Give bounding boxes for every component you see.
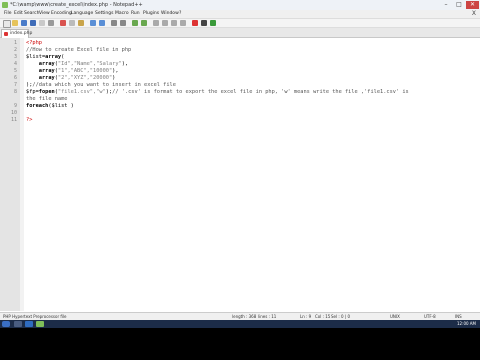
menu-search[interactable]: Search	[24, 10, 39, 18]
close-icon[interactable]	[39, 20, 45, 26]
code-line-wrapped: the file name	[0, 96, 480, 103]
menu-plugins[interactable]: Plugins	[143, 10, 159, 18]
line-number: 7	[13, 82, 17, 88]
menu-language[interactable]: Language	[71, 10, 93, 18]
line-number: 2	[13, 47, 17, 53]
word-wrap-icon[interactable]	[162, 20, 168, 26]
video-letterbox	[0, 328, 480, 360]
start-button-icon[interactable]	[2, 321, 10, 327]
close-document-icon[interactable]: X	[472, 10, 476, 18]
menu-view[interactable]: View	[39, 10, 50, 18]
unsaved-file-icon	[4, 32, 8, 36]
line-number: 4	[13, 61, 17, 67]
maximize-button[interactable]: □	[453, 1, 465, 9]
show-all-chars-icon[interactable]	[171, 20, 177, 26]
find-icon[interactable]	[111, 20, 117, 26]
title-bar: *C:\wamp\www\create_excel\index.php - No…	[0, 0, 480, 10]
play-macro-icon[interactable]	[210, 20, 216, 26]
zoom-out-icon[interactable]	[141, 20, 147, 26]
save-icon[interactable]	[21, 20, 27, 26]
line-number: 5	[13, 68, 17, 74]
taskbar-notepadpp-icon[interactable]	[36, 321, 44, 327]
menu-macro[interactable]: Macro	[115, 10, 129, 18]
cut-icon[interactable]	[60, 20, 66, 26]
line-number: 11	[10, 117, 17, 123]
code-text: array("Id","Name","Salary"),	[38, 61, 129, 67]
taskbar-clock: 12:00 AM	[457, 321, 476, 326]
menu-window[interactable]: Window	[161, 10, 179, 18]
taskbar-browser-icon[interactable]	[25, 321, 33, 327]
line-number: 1	[13, 40, 17, 46]
menu-bar: File Edit Search View Encoding Language …	[0, 10, 480, 19]
line-number: 10	[10, 110, 17, 116]
tab-label: index.php	[10, 31, 33, 36]
menu-help[interactable]: ?	[179, 10, 181, 18]
code-text: foreach($list )	[26, 103, 74, 109]
print-icon[interactable]	[48, 20, 54, 26]
code-text: );//data which you want to insert in exc…	[26, 82, 176, 88]
replace-icon[interactable]	[120, 20, 126, 26]
menu-edit[interactable]: Edit	[14, 10, 23, 18]
code-line: 9 foreach($list )	[0, 103, 480, 110]
line-number: 8	[13, 89, 17, 95]
record-macro-icon[interactable]	[192, 20, 198, 26]
code-line: 5 array("1","ABC","10000"),	[0, 68, 480, 75]
code-line: 3 $list=array(	[0, 54, 480, 61]
toolbar	[0, 19, 480, 28]
open-file-icon[interactable]	[12, 20, 18, 26]
menu-encoding[interactable]: Encoding	[51, 10, 72, 18]
menu-settings[interactable]: Settings	[95, 10, 113, 18]
code-line: 4 array("Id","Name","Salary"),	[0, 61, 480, 68]
code-editor[interactable]: 1 <?php 2 //How to create Excel file in …	[0, 38, 480, 311]
line-number: 3	[13, 54, 17, 60]
redo-icon[interactable]	[99, 20, 105, 26]
code-text: array("1","ABC","10000"),	[38, 68, 119, 74]
line-number: 6	[13, 75, 17, 81]
windows-taskbar: 12:00 AM	[0, 320, 480, 328]
save-all-icon[interactable]	[30, 20, 36, 26]
line-number: 9	[13, 103, 17, 109]
code-line: 6 array("2","XYZ","20000")	[0, 75, 480, 82]
minimize-button[interactable]: –	[440, 1, 452, 9]
tab-index-php[interactable]: index.php	[1, 29, 33, 38]
undo-icon[interactable]	[90, 20, 96, 26]
code-text: <?php	[26, 40, 42, 46]
stop-macro-icon[interactable]	[201, 20, 207, 26]
paste-icon[interactable]	[78, 20, 84, 26]
new-file-icon[interactable]	[3, 20, 11, 28]
code-text: $fp=fopen("file1.csv","w");// '.csv' is …	[26, 89, 409, 95]
notepadpp-window: *C:\wamp\www\create_excel\index.php - No…	[0, 0, 480, 360]
code-text: ?>	[26, 117, 33, 123]
zoom-in-icon[interactable]	[132, 20, 138, 26]
code-line: 7 );//data which you want to insert in e…	[0, 82, 480, 89]
code-text: $list=array(	[26, 54, 65, 60]
tab-bar: index.php	[0, 28, 480, 38]
code-line: 1 <?php	[0, 40, 480, 47]
code-line: 8 $fp=fopen("file1.csv","w");// '.csv' i…	[0, 89, 480, 96]
taskbar-explorer-icon[interactable]	[14, 321, 22, 327]
indent-guide-icon[interactable]	[180, 20, 186, 26]
code-text: array("2","XYZ","20000")	[38, 75, 116, 81]
code-line: 10	[0, 110, 480, 117]
code-line: 2 //How to create Excel file in php	[0, 47, 480, 54]
menu-run[interactable]: Run	[131, 10, 140, 18]
code-line: 11 ?>	[0, 117, 480, 124]
close-button[interactable]: ✕	[466, 1, 479, 9]
window-title: *C:\wamp\www\create_excel\index.php - No…	[10, 2, 143, 8]
menu-file[interactable]: File	[4, 10, 12, 18]
code-text: the file name	[26, 96, 68, 102]
sync-scroll-icon[interactable]	[153, 20, 159, 26]
copy-icon[interactable]	[69, 20, 75, 26]
notepadpp-icon	[2, 2, 8, 8]
code-text: //How to create Excel file in php	[26, 47, 132, 53]
